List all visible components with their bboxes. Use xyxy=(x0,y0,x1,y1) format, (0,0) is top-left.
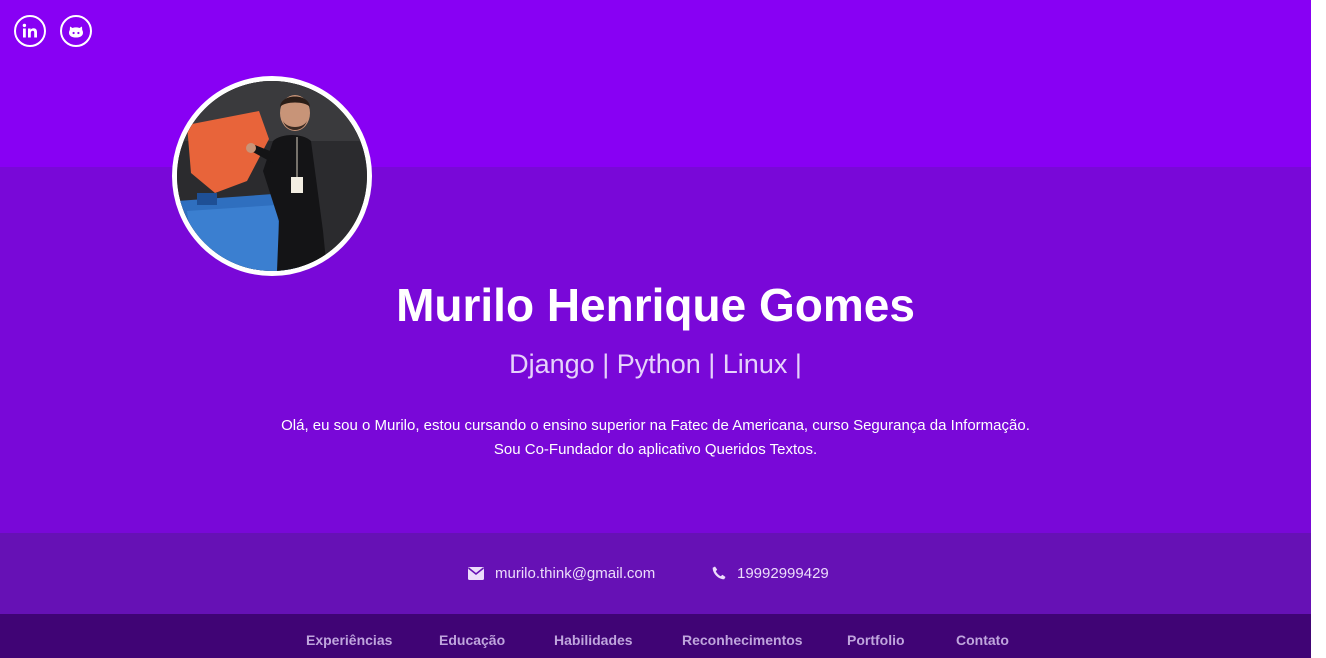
scrollbar[interactable] xyxy=(1311,0,1326,658)
profile-name: Murilo Henrique Gomes xyxy=(396,279,915,331)
github-icon xyxy=(67,22,85,40)
email-contact[interactable]: murilo.think@gmail.com xyxy=(468,561,655,585)
phone-icon xyxy=(712,566,737,580)
bio-line: Sou Co-Fundador do aplicativo Queridos T… xyxy=(493,441,818,458)
envelope-icon xyxy=(468,566,495,580)
linkedin-link[interactable] xyxy=(14,15,46,47)
email-text[interactable]: murilo.think@gmail.com xyxy=(495,565,655,582)
github-link[interactable] xyxy=(60,15,92,47)
linkedin-icon xyxy=(21,22,39,40)
bio-line: Olá, eu sou o Murilo, estou cursando o e… xyxy=(281,417,1030,434)
nav-item-portfolio[interactable]: Portfolio xyxy=(847,632,905,654)
profile-photo xyxy=(172,76,372,276)
phone-contact[interactable]: 19992999429 xyxy=(712,561,829,585)
profile-page: Murilo Henrique Gomes Django | Python | … xyxy=(0,0,1311,658)
nav-item-educacao[interactable]: Educação xyxy=(439,632,505,654)
nav-band xyxy=(0,614,1311,658)
contact-band xyxy=(0,533,1311,614)
nav-item-reconhecimentos[interactable]: Reconhecimentos xyxy=(682,632,803,654)
nav-item-habilidades[interactable]: Habilidades xyxy=(554,632,633,654)
nav-item-contato[interactable]: Contato xyxy=(956,632,1009,654)
phone-text[interactable]: 19992999429 xyxy=(737,565,829,582)
nav-item-experiencias[interactable]: Experiências xyxy=(306,632,392,654)
profile-bio: Olá, eu sou o Murilo, estou cursando o e… xyxy=(0,414,1311,462)
profile-tagline: Django | Python | Linux | xyxy=(509,349,802,379)
